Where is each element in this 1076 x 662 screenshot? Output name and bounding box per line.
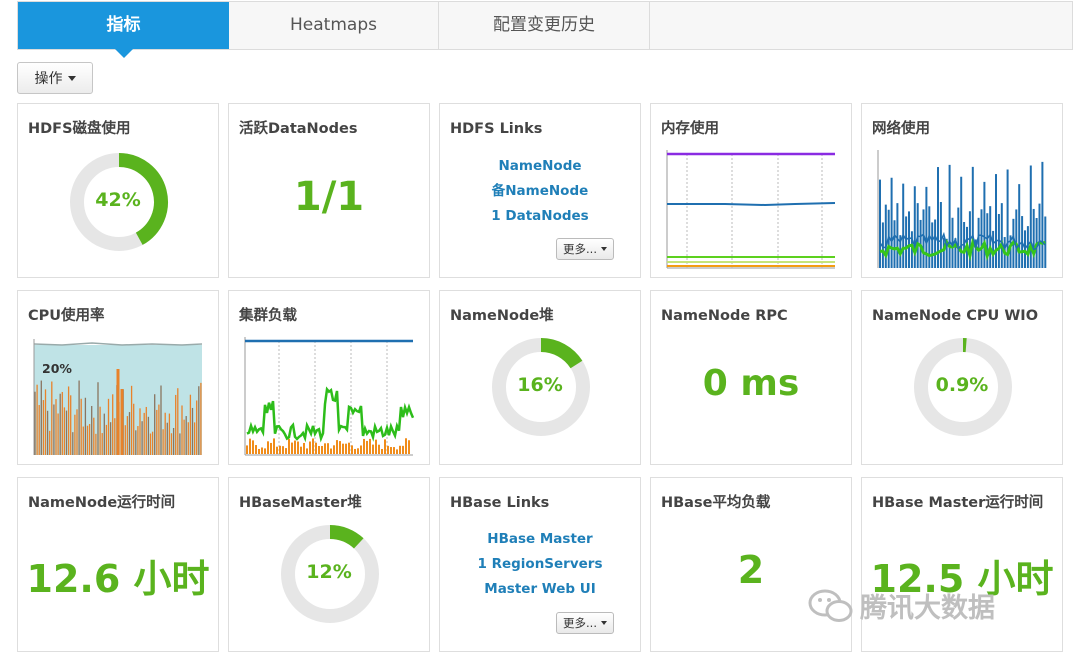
memory-usage-chart <box>666 150 836 269</box>
widget-title: 活跃DataNodes <box>239 121 358 137</box>
widget-title: 内存使用 <box>661 121 719 137</box>
network-usage-chart <box>877 150 1047 268</box>
widget-hdfs-disk-usage[interactable]: HDFS磁盘使用 42% <box>17 103 219 278</box>
live-datanodes-value: 1/1 <box>293 174 365 220</box>
widget-title: 集群负载 <box>239 308 297 324</box>
widget-title: CPU使用率 <box>28 308 105 324</box>
donut-value-arc <box>540 338 583 369</box>
widget-cpu-usage[interactable]: CPU使用率 20% <box>17 290 219 465</box>
widget-memory-usage[interactable]: 内存使用 <box>650 103 852 278</box>
donut-value-arc <box>329 525 364 549</box>
cpu-reference-label: 20% <box>42 361 72 376</box>
widget-hbase-average-load[interactable]: HBase平均负载 2 <box>650 477 852 652</box>
widget-network-usage[interactable]: 网络使用 <box>861 103 1063 278</box>
namenode-uptime-value: 12.6 小时 <box>26 557 210 601</box>
widget-cluster-load[interactable]: 集群负载 <box>228 290 430 465</box>
widget-title: HBase Links <box>450 495 550 511</box>
widget-title: HBase平均负载 <box>661 495 771 511</box>
hdfs-disk-value: 42% <box>95 189 141 211</box>
widget-hbase-links: HBase Links HBase Master 1 RegionServers… <box>439 477 641 652</box>
caret-down-icon <box>600 247 607 251</box>
widget-title: HDFS Links <box>450 121 543 137</box>
watermark-text: 腾讯大数据 <box>860 593 995 624</box>
namenode-rpc-value: 0 ms <box>702 363 800 404</box>
more-label: 更多... <box>563 616 597 630</box>
cpu-usage-chart <box>33 339 203 455</box>
tab-bar: 指标 Heatmaps 配置变更历史 <box>17 1 1073 58</box>
widget-title: HDFS磁盘使用 <box>28 121 131 137</box>
widget-live-datanodes[interactable]: 活跃DataNodes 1/1 <box>228 103 430 278</box>
widget-title: 网络使用 <box>872 121 930 137</box>
widget-namenode-heap[interactable]: NameNode堆 16% <box>439 290 641 465</box>
widget-hdfs-links: HDFS Links NameNode 备NameNode 1 DataNode… <box>439 103 641 278</box>
hdfs-links-list: NameNode 备NameNode 1 DataNodes <box>440 154 640 229</box>
load-series-line <box>246 386 415 443</box>
caret-down-icon <box>67 75 76 81</box>
cluster-load-chart <box>244 337 415 456</box>
more-label: 更多... <box>563 242 597 256</box>
link-namenode[interactable]: NameNode <box>440 154 640 179</box>
link-datanodes[interactable]: 1 DataNodes <box>440 204 640 229</box>
widget-namenode-uptime[interactable]: NameNode运行时间 12.6 小时 <box>17 477 219 652</box>
more-dropdown-button[interactable]: 更多... <box>556 238 614 260</box>
tab-config-history[interactable]: 配置变更历史 <box>439 2 650 49</box>
widget-title: NameNode RPC <box>661 308 788 324</box>
watermark: 腾讯大数据 <box>808 586 995 625</box>
widget-title: NameNode CPU WIO <box>872 308 1039 324</box>
hbasemaster-heap-value: 12% <box>306 561 352 583</box>
more-dropdown-button[interactable]: 更多... <box>556 612 614 634</box>
link-master-web-ui[interactable]: Master Web UI <box>440 577 640 602</box>
caret-down-icon <box>600 621 607 625</box>
widget-title: NameNode堆 <box>450 308 554 324</box>
link-standby-namenode[interactable]: 备NameNode <box>440 179 640 204</box>
actions-dropdown-button[interactable]: 操作 <box>17 62 93 94</box>
link-regionservers[interactable]: 1 RegionServers <box>440 552 640 577</box>
widget-hbase-master-uptime[interactable]: HBase Master运行时间 12.5 小时 <box>861 477 1063 652</box>
tab-heatmaps[interactable]: Heatmaps <box>229 2 439 49</box>
actions-label: 操作 <box>34 71 63 87</box>
series-line <box>667 202 836 207</box>
namenode-cpu-wio-value: 0.9% <box>935 374 989 396</box>
namenode-heap-value: 16% <box>517 374 563 396</box>
widget-namenode-rpc[interactable]: NameNode RPC 0 ms <box>650 290 852 465</box>
widget-namenode-cpu-wio[interactable]: NameNode CPU WIO 0.9% <box>861 290 1063 465</box>
tab-metrics[interactable]: 指标 <box>18 2 229 58</box>
widget-hbasemaster-heap[interactable]: HBaseMaster堆 12% <box>228 477 430 652</box>
link-hbase-master[interactable]: HBase Master <box>440 527 640 552</box>
widget-title: HBase Master运行时间 <box>872 495 1044 511</box>
hbase-links-list: HBase Master 1 RegionServers Master Web … <box>440 527 640 602</box>
wechat-icon <box>808 589 853 622</box>
widget-title: HBaseMaster堆 <box>239 495 362 511</box>
widget-title: NameNode运行时间 <box>28 495 176 511</box>
